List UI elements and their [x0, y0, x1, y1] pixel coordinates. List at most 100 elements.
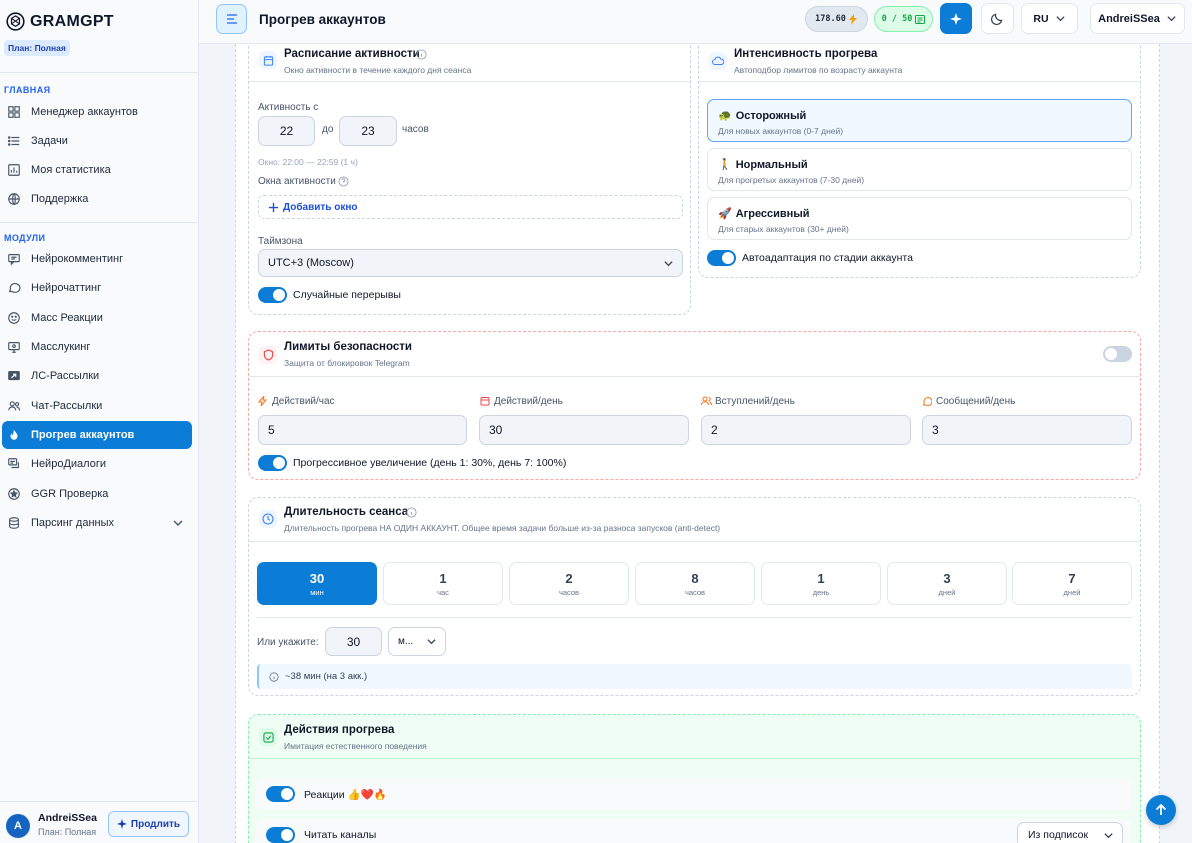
activity-from-label: Активность с [258, 102, 319, 113]
turtle-icon: 🐢 [718, 110, 732, 122]
sidebar-item-tasks[interactable]: Задачи [2, 127, 192, 155]
sidebar-item-masslooking[interactable]: Масслукинг [2, 333, 192, 361]
sidebar-item-neurochatting[interactable]: Нейрочаттинг [2, 274, 192, 302]
info-icon[interactable] [406, 507, 417, 518]
sidebar-item-support[interactable]: Поддержка [2, 185, 192, 213]
divider [249, 81, 690, 82]
to-label: до [322, 124, 334, 135]
credits-badge[interactable]: 178.60 [805, 6, 868, 32]
sidebar-item-label: Нейрочаттинг [31, 282, 102, 294]
quota-value: 0 / 50 [881, 14, 913, 24]
actions-title: Действия прогрева [284, 724, 395, 736]
actions-per-hour-input[interactable]: 5 [258, 415, 467, 445]
intensity-option-careful[interactable]: 🐢 Осторожный Для новых аккаунтов (0-7 дне… [707, 99, 1132, 142]
theme-toggle-button[interactable] [981, 3, 1014, 34]
divider [699, 81, 1140, 82]
custom-duration-label: Или укажите: [257, 637, 319, 648]
user-menu-button[interactable]: AndreiSSea [1090, 3, 1185, 34]
read-source-value: Из подписок [1028, 829, 1089, 841]
joins-per-day-input[interactable]: 2 [701, 415, 911, 445]
duration-option-30min[interactable]: 30 мин [257, 562, 377, 605]
intensity-option-desc: Для новых аккаунтов (0-7 дней) [718, 126, 844, 136]
extend-button[interactable]: Продлить [108, 811, 189, 837]
divider [249, 758, 1140, 759]
custom-duration-input[interactable]: 30 [325, 627, 382, 656]
rocket-icon: 🚀 [718, 208, 732, 220]
duration-option-3d[interactable]: 3 дней [887, 562, 1007, 605]
random-breaks-toggle[interactable] [258, 287, 287, 303]
actions-per-day-label: Действий/день [494, 396, 563, 407]
walker-icon: 🚶 [718, 159, 732, 171]
sparkle-icon [950, 12, 962, 25]
intensity-option-desc: Для прогретых аккаунтов (7-30 дней) [718, 175, 865, 185]
moon-icon [991, 13, 1003, 25]
messages-per-day-label: Сообщений/день [936, 396, 1016, 407]
actions-subtitle: Имитация естественного поведения [284, 741, 427, 751]
limits-toggle[interactable] [1103, 346, 1132, 362]
avatar[interactable]: A [6, 814, 30, 838]
info-icon[interactable] [416, 49, 427, 60]
read-source-select[interactable]: Из подписок [1017, 822, 1123, 843]
chevron-down-icon [1055, 16, 1065, 22]
info-icon [269, 671, 279, 682]
sidebar-item-account-warmup[interactable]: Прогрев аккаунтов [2, 421, 192, 449]
add-window-label: Добавить окно [283, 201, 358, 213]
quota-badge[interactable]: 0 / 50 [874, 6, 933, 32]
chevron-down-icon [1104, 832, 1113, 838]
main-content: Расписание активности Окно активности в … [199, 44, 1192, 843]
activity-to-input[interactable]: 23 [339, 116, 397, 146]
intensity-option-aggressive[interactable]: 🚀 Агрессивный Для старых аккаунтов (30+ д… [707, 197, 1132, 240]
user-name: AndreiSSea [38, 812, 97, 824]
session-duration-card: Длительность сеанса Длительность прогрев… [248, 497, 1141, 696]
action-row-reactions: Реакции 👍❤️🔥 [256, 778, 1131, 810]
sidebar-item-chat-mailing[interactable]: Чат-Рассылки [2, 392, 192, 420]
divider [249, 376, 1140, 377]
duration-info-banner: ~38 мин (на 3 акк.) [257, 664, 1132, 689]
duration-option-2h[interactable]: 2 часов [509, 562, 629, 605]
duration-subtitle: Длительность прогрева НА ОДИН АККАУНТ. О… [284, 523, 721, 533]
timezone-value: UTC+3 (Moscow) [268, 257, 354, 269]
add-window-button[interactable]: Добавить окно [258, 195, 683, 219]
auto-adapt-label: Автоадаптация по стадии аккаунта [742, 252, 913, 264]
user-plan: План: Полная [38, 827, 97, 837]
sidebar-item-mass-reactions[interactable]: Масс Реакции [2, 304, 192, 332]
list-icon [915, 14, 926, 24]
chevron-down-icon [664, 260, 673, 266]
chevron-down-icon[interactable] [172, 517, 184, 529]
duration-option-8h[interactable]: 8 часов [635, 562, 755, 605]
actions-per-day-input[interactable]: 30 [479, 415, 689, 445]
custom-duration-unit-select[interactable]: м... [388, 627, 446, 656]
read-channels-toggle[interactable] [266, 827, 295, 843]
sidebar-item-dm-mailing[interactable]: ЛС-Рассылки [2, 362, 192, 390]
auto-adapt-toggle[interactable] [707, 250, 736, 266]
sidebar-item-account-manager[interactable]: Менеджер аккаунтов [2, 98, 192, 126]
help-icon[interactable] [338, 176, 349, 187]
divider [249, 541, 1140, 542]
language-select[interactable]: RU [1021, 3, 1078, 34]
menu-toggle-button[interactable] [216, 4, 247, 34]
duration-option-7d[interactable]: 7 дней [1012, 562, 1132, 605]
progressive-increase-toggle[interactable] [258, 455, 287, 471]
duration-option-1h[interactable]: 1 час [383, 562, 503, 605]
messages-per-day-input[interactable]: 3 [922, 415, 1132, 445]
ai-assistant-button[interactable] [940, 3, 972, 34]
activity-from-input[interactable]: 22 [258, 116, 315, 146]
globe-icon [8, 193, 20, 205]
sidebar-item-neurocommenting[interactable]: Нейрокомментинг [2, 245, 192, 273]
logo[interactable]: GRAMGPT [6, 12, 114, 31]
reactions-toggle[interactable] [266, 786, 295, 802]
intensity-card: Интенсивность прогрева Автоподбор лимито… [698, 44, 1141, 278]
sidebar-item-data-parsing[interactable]: Парсинг данных [2, 509, 192, 537]
intensity-option-normal[interactable]: 🚶 Нормальный Для прогретых аккаунтов (7-3… [707, 148, 1132, 191]
duration-info-text: ~38 мин (на 3 акк.) [285, 671, 368, 682]
sidebar-item-label: Масс Реакции [31, 312, 103, 324]
chat-bubble-icon [8, 283, 21, 293]
sidebar-item-statistics[interactable]: Моя статистика [2, 156, 192, 184]
schedule-subtitle: Окно активности в течение каждого дня се… [284, 65, 472, 75]
sidebar-item-neurodialogs[interactable]: НейроДиалоги [2, 450, 192, 478]
sidebar-divider [0, 72, 199, 73]
sidebar-item-ggr-check[interactable]: GGR Проверка [2, 480, 192, 508]
scroll-to-top-button[interactable] [1146, 795, 1176, 825]
duration-option-1d[interactable]: 1 день [761, 562, 881, 605]
timezone-select[interactable]: UTC+3 (Moscow) [258, 249, 683, 277]
